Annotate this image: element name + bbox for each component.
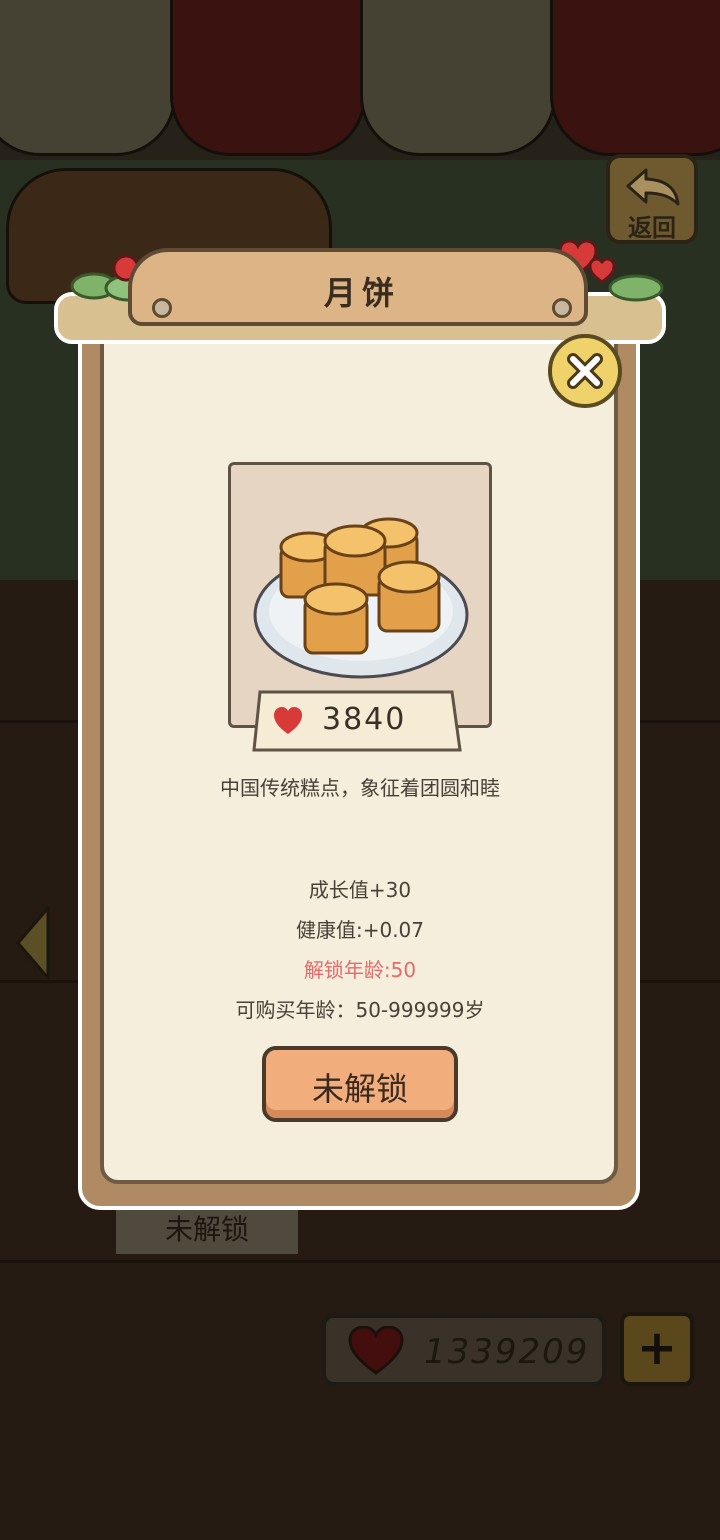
item-image-frame [228,462,492,728]
modal-title: 月饼 [323,274,400,312]
close-icon [567,353,603,389]
heart-icon [274,707,302,734]
mooncake-plate-image [253,517,469,679]
back-button[interactable]: 返回 [606,154,698,244]
item-growth-stat: 成长值+30 [308,878,412,902]
close-button[interactable] [548,334,622,408]
item-unlock-age: 解锁年龄:50 [303,958,417,982]
unlock-status-label: 未解锁 [311,1070,408,1108]
item-health-stat: 健康值:+0.07 [295,918,425,942]
unlock-status-button[interactable]: 未解锁 [262,1046,458,1122]
price-tag: 3840 [252,690,462,752]
item-description: 中国传统糕点，象征着团圆和睦 [220,776,500,800]
title-plank: 月饼 [128,248,588,326]
item-buy-age: 可购买年龄：50-999999岁 [235,998,485,1022]
item-price: 3840 [322,702,407,737]
back-arrow-icon [626,168,680,206]
title-board: 月饼 [48,239,672,346]
